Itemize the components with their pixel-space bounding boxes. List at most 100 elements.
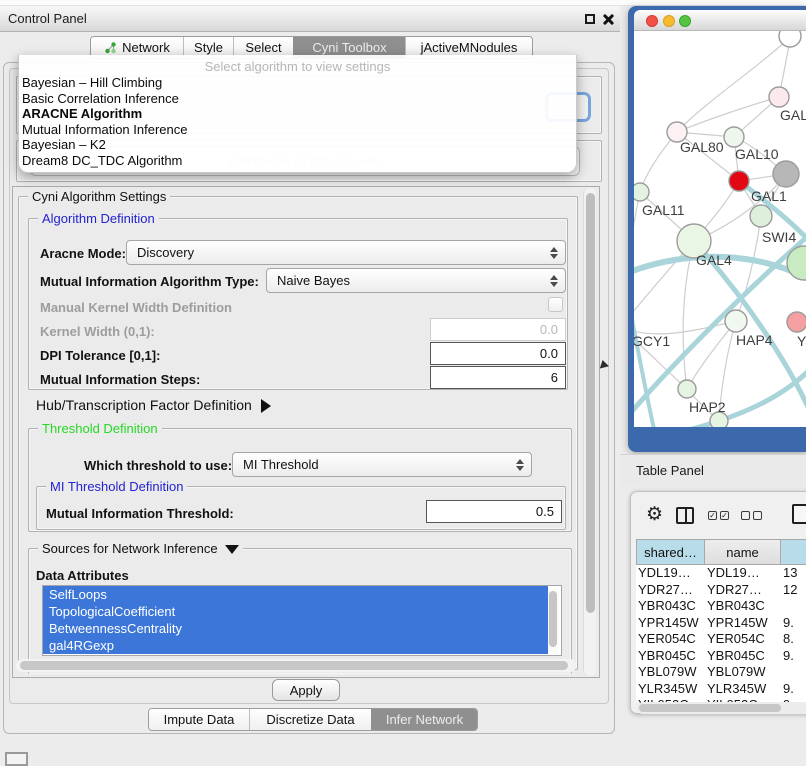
network-node[interactable]: [729, 171, 749, 191]
close-icon[interactable]: [602, 13, 614, 25]
table-hscrollbar[interactable]: [637, 702, 806, 714]
apply-button[interactable]: Apply: [272, 679, 340, 701]
desktop: { "colors": { "selection_blue": "#3c76d8…: [0, 0, 806, 762]
network-canvas[interactable]: GAL2GAL80GAL10GAL1GAL11SWI4GAL4GCY1HAP4Y…: [634, 31, 806, 427]
tab-impute-data[interactable]: Impute Data: [149, 709, 249, 730]
network-node[interactable]: [779, 31, 801, 47]
network-node-label: GAL4: [696, 252, 732, 268]
aracne-mode-label: Aracne Mode:: [40, 246, 126, 261]
table-cell: YER054C: [638, 631, 696, 646]
attribute-list: SelfLoopsTopologicalCoefficientBetweenne…: [43, 586, 561, 654]
dpi-tolerance-value: 0.0: [540, 346, 558, 361]
network-node[interactable]: [725, 310, 747, 332]
table-cell: YER054C: [707, 631, 765, 646]
data-attributes-label: Data Attributes: [36, 568, 129, 583]
dpi-tolerance-label: DPI Tolerance [0,1]:: [40, 348, 160, 363]
table-hscrollbar-thumb[interactable]: [639, 704, 781, 712]
list-scrollbar[interactable]: [548, 589, 559, 653]
attribute-list-item[interactable]: TopologicalCoefficient: [43, 603, 548, 620]
table-panel-title: Table Panel: [636, 463, 704, 478]
network-node-label: GAL1: [751, 188, 787, 204]
table-cell: 12: [783, 582, 797, 597]
algorithm-menu-item[interactable]: Mutual Information Inference: [19, 122, 576, 138]
column-header-1[interactable]: name: [705, 539, 781, 565]
list-scrollbar-thumb[interactable]: [549, 591, 557, 647]
which-threshold-combobox[interactable]: MI Threshold: [232, 452, 532, 477]
close-traffic-light-icon[interactable]: [646, 15, 658, 27]
kernel-width-field[interactable]: 0.0: [430, 318, 566, 341]
network-node-label: HAP2: [689, 399, 726, 415]
table-cell: YLR345W: [638, 681, 697, 696]
tab-discretize-data[interactable]: Discretize Data: [249, 709, 371, 730]
table-cell: 8.: [783, 631, 794, 646]
network-view-window: GAL2GAL80GAL10GAL1GAL11SWI4GAL4GCY1HAP4Y…: [628, 6, 806, 452]
float-window-icon[interactable]: [585, 14, 595, 24]
stepper-icon[interactable]: [516, 459, 524, 471]
mi-threshold-field[interactable]: 0.5: [426, 500, 562, 523]
table-cell: YBR043C: [638, 598, 696, 613]
algorithm-menu-item[interactable]: Basic Correlation Inference: [19, 91, 576, 107]
zoom-traffic-light-icon[interactable]: [679, 15, 691, 27]
table-cell: 9.: [783, 615, 794, 630]
network-node[interactable]: [773, 161, 799, 187]
minimized-panel-icon[interactable]: [5, 752, 28, 766]
algorithm-menu-item[interactable]: Bayesian – Hill Climbing: [19, 75, 576, 91]
settings-hscrollbar-thumb[interactable]: [20, 661, 568, 670]
deselect-all-checkboxes-icon[interactable]: [741, 511, 762, 520]
algorithm-menu-item[interactable]: Dream8 DC_TDC Algorithm: [19, 153, 576, 169]
settings-vscrollbar[interactable]: [583, 188, 596, 676]
algorithm-placeholder: Select algorithm to view settings: [19, 55, 576, 75]
kernel-width-value: 0.0: [540, 322, 558, 337]
mi-steps-label: Mutual Information Steps:: [40, 372, 200, 387]
network-node[interactable]: [750, 205, 772, 227]
hub-definition-expander[interactable]: Hub/Transcription Factor Definition: [36, 397, 271, 413]
network-node[interactable]: [787, 312, 806, 332]
expander-down-icon: [225, 545, 239, 554]
hub-definition-label: Hub/Transcription Factor Definition: [36, 397, 252, 413]
tab-label: Cyni Toolbox: [312, 40, 386, 55]
network-node[interactable]: [769, 87, 789, 107]
mi-threshold-group-title: MI Threshold Definition: [46, 479, 187, 494]
select-all-checkboxes-icon[interactable]: ✓✓: [708, 511, 729, 520]
settings-hscrollbar[interactable]: [16, 659, 576, 672]
algorithm-menu-item[interactable]: Bayesian – K2: [19, 137, 576, 153]
tab-label: Style: [194, 40, 223, 55]
attribute-list-item[interactable]: SelfLoops: [43, 586, 548, 603]
column-header-0[interactable]: shared…: [636, 539, 705, 565]
tab-infer-network[interactable]: Infer Network: [371, 709, 477, 730]
mi-steps-field[interactable]: 6: [430, 366, 566, 389]
network-node[interactable]: [724, 127, 744, 147]
mi-type-label: Mutual Information Algorithm Type:: [40, 274, 259, 289]
tab-label: Network: [122, 40, 170, 55]
mi-type-value: Naive Bayes: [277, 273, 350, 288]
dpi-tolerance-field[interactable]: 0.0: [430, 342, 566, 365]
network-node-label: GAL2: [780, 107, 806, 123]
network-node[interactable]: [678, 380, 696, 398]
minimize-traffic-light-icon[interactable]: [663, 15, 675, 27]
which-threshold-label: Which threshold to use:: [84, 458, 232, 473]
network-node[interactable]: [634, 183, 649, 201]
network-node-label: SWI4: [762, 229, 796, 245]
attribute-list-item[interactable]: BetweennessCentrality: [43, 620, 548, 637]
table-panel-header: Table Panel: [620, 454, 806, 486]
algorithm-menu-item[interactable]: ARACNE Algorithm: [19, 106, 576, 122]
stepper-icon[interactable]: [550, 275, 558, 287]
gear-icon[interactable]: ⚙: [646, 504, 663, 526]
control-panel-title: Control Panel: [8, 11, 87, 26]
file-icon[interactable]: [792, 504, 806, 524]
mi-type-combobox[interactable]: Naive Bayes: [266, 268, 566, 293]
settings-vscrollbar-thumb[interactable]: [586, 193, 595, 613]
attribute-list-item[interactable]: gal4RGexp: [43, 637, 548, 654]
sources-title[interactable]: Sources for Network Inference: [38, 541, 243, 556]
table-cell: YDR27…: [638, 582, 693, 597]
manual-kernel-checkbox[interactable]: [548, 297, 563, 312]
cyni-algorithm-settings-title: Cyni Algorithm Settings: [28, 189, 170, 204]
data-attributes-listbox[interactable]: SelfLoopsTopologicalCoefficientBetweenne…: [42, 585, 562, 656]
network-node-label: GAL11: [642, 202, 685, 218]
mi-steps-value: 6: [551, 370, 558, 385]
column-header-2[interactable]: A: [781, 539, 806, 565]
network-window-titlebar[interactable]: [634, 10, 806, 31]
aracne-mode-combobox[interactable]: Discovery: [126, 240, 566, 265]
stepper-icon[interactable]: [550, 247, 558, 259]
split-columns-icon[interactable]: [676, 507, 694, 524]
